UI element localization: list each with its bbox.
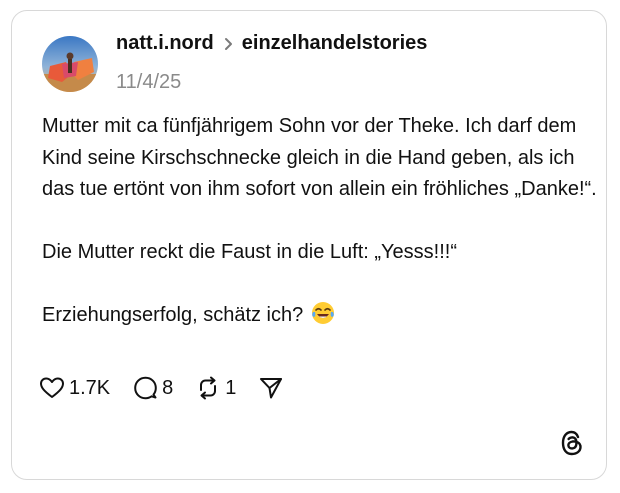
post-paragraph-text: Erziehungserfolg, schätz ich? <box>42 304 304 326</box>
tears-of-joy-emoji <box>311 301 335 336</box>
send-icon <box>258 375 284 401</box>
author-name[interactable]: natt.i.nord <box>116 32 214 55</box>
community-name[interactable]: einzelhandelstories <box>242 32 428 55</box>
avatar[interactable] <box>42 36 98 92</box>
heart-icon <box>39 376 65 400</box>
post-header: natt.i.nord einzelhandelstories <box>116 32 427 55</box>
post-date[interactable]: 11/4/25 <box>116 71 181 94</box>
repost-count: 1 <box>225 376 237 399</box>
repost-button[interactable]: 1 <box>195 375 236 401</box>
post-paragraph: Mutter mit ca fünfjährigem Sohn vor der … <box>42 115 597 200</box>
action-bar: 1.7K 8 1 <box>39 375 306 401</box>
share-button[interactable] <box>258 375 284 401</box>
reply-count: 8 <box>162 376 174 399</box>
repost-icon <box>195 375 221 401</box>
like-count: 1.7K <box>69 376 111 399</box>
post-body: Mutter mit ca fünfjährigem Sohn vor der … <box>42 111 602 336</box>
threads-logo-icon[interactable] <box>560 429 584 462</box>
post-paragraph-last: Erziehungserfolg, schätz ich? <box>42 300 602 336</box>
chevron-right-icon <box>224 37 234 51</box>
speech-bubble-icon <box>132 375 158 401</box>
reply-button[interactable]: 8 <box>132 375 173 401</box>
like-button[interactable]: 1.7K <box>39 376 110 400</box>
post-paragraph: Die Mutter reckt die Faust in die Luft: … <box>42 241 457 263</box>
post-card: natt.i.nord einzelhandelstories 11/4/25 … <box>11 10 607 480</box>
